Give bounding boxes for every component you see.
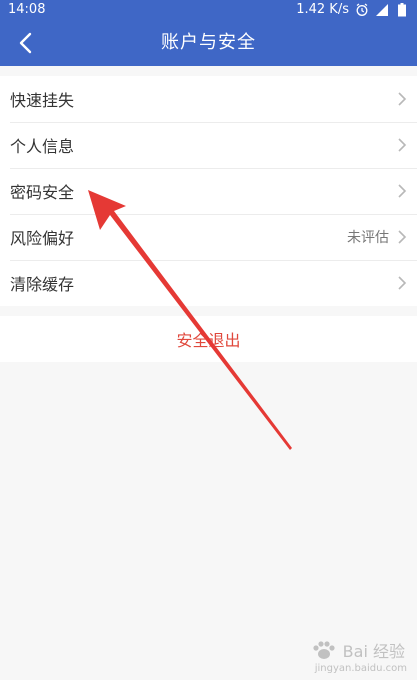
status-right: 1.42 K/s [296,0,409,20]
header: 14:08 1.42 K/s 账户与安全 [0,0,417,66]
menu-item-clear-cache[interactable]: 清除缓存 [0,260,417,306]
menu-item-label: 快速挂失 [10,91,75,110]
logout-label: 安全退出 [176,331,241,350]
chevron-right-icon [398,184,407,198]
logout-button[interactable]: 安全退出 [0,316,417,362]
paw-icon [313,641,335,659]
watermark-text: Bai 经验 [342,642,405,661]
menu-item-password-security[interactable]: 密码安全 [0,168,417,214]
alarm-icon [356,3,368,16]
menu-item-right [389,275,407,291]
status-bar: 14:08 1.42 K/s [0,0,417,20]
chevron-right-icon [398,230,407,244]
watermark-subtext: jingyan.baidu.com [314,663,407,674]
menu-item-right [389,137,407,153]
menu-item-quick-report-loss[interactable]: 快速挂失 [0,76,417,122]
menu-item-personal-info[interactable]: 个人信息 [0,122,417,168]
navigation-bar: 账户与安全 [0,20,417,66]
menu-item-label: 风险偏好 [10,229,75,248]
menu-item-right [389,91,407,107]
status-time: 14:08 [8,2,46,17]
menu-item-label: 清除缓存 [10,275,75,294]
menu-item-right: 未评估 [347,227,407,247]
network-speed: 1.42 K/s [296,2,349,17]
menu-item-value: 未评估 [347,230,389,246]
page-title: 账户与安全 [161,32,256,53]
settings-list: 快速挂失 个人信息 密码安全 风险偏好 未评估 清除缓存 [0,76,417,306]
signal-icon [376,4,388,16]
menu-item-risk-preference[interactable]: 风险偏好 未评估 [0,214,417,260]
watermark: Bai 经验 [311,638,405,662]
chevron-right-icon [398,276,407,290]
battery-icon [398,3,406,17]
menu-item-right [389,183,407,199]
menu-item-label: 密码安全 [10,183,75,202]
chevron-right-icon [398,92,407,106]
chevron-right-icon [398,138,407,152]
menu-item-label: 个人信息 [10,137,75,156]
